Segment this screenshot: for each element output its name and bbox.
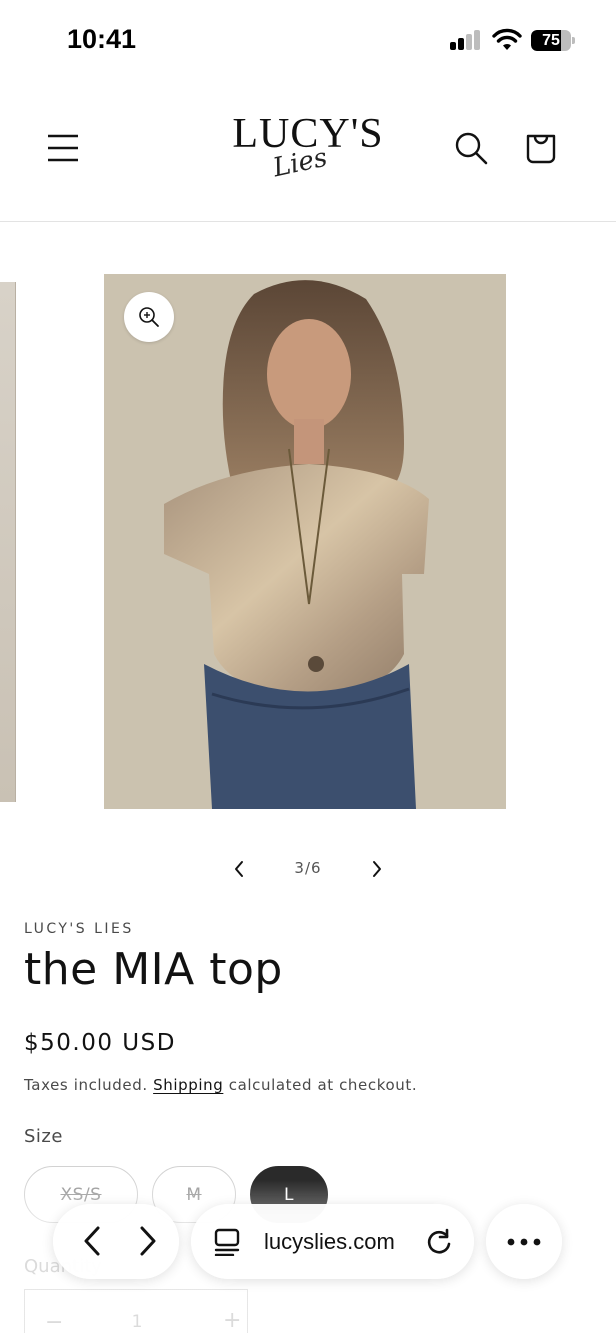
size-label: Size: [24, 1126, 63, 1147]
zoom-in-icon: [139, 307, 159, 327]
product-title: the MIA top: [24, 944, 283, 995]
browser-forward-button[interactable]: [123, 1216, 173, 1266]
shipping-link[interactable]: Shipping: [153, 1076, 223, 1094]
battery-level: 75: [542, 32, 560, 49]
product-image[interactable]: [104, 274, 506, 809]
browser-navigation: [53, 1204, 179, 1279]
product-gallery: [0, 222, 616, 832]
slider-counter: 3/6: [270, 859, 346, 877]
reload-icon: [427, 1228, 451, 1254]
battery-icon: 75: [531, 30, 575, 51]
brand-logo[interactable]: LUCY'S Lies: [218, 110, 398, 190]
quantity-decrease-button[interactable]: −: [45, 1310, 63, 1333]
cart-button[interactable]: [516, 123, 566, 173]
chevron-right-icon: [373, 861, 381, 877]
forward-icon: [140, 1226, 156, 1256]
browser-back-button[interactable]: [67, 1216, 117, 1266]
more-button[interactable]: [486, 1204, 562, 1279]
search-icon: [455, 132, 488, 165]
status-time: 10:41: [67, 24, 137, 54]
zoom-button[interactable]: [124, 292, 174, 342]
search-button[interactable]: [446, 123, 496, 173]
menu-icon: [48, 134, 78, 162]
slider-next-button[interactable]: [360, 852, 394, 886]
cellular-signal-icon: [450, 30, 482, 50]
tax-note-prefix: Taxes included.: [24, 1076, 154, 1094]
status-bar: 10:41 75: [0, 0, 616, 80]
tax-note: Taxes included. Shipping calculated at c…: [24, 1076, 417, 1094]
menu-button[interactable]: [38, 123, 88, 173]
back-icon: [84, 1226, 100, 1256]
browser-toolbar: lucyslies.com: [0, 1196, 616, 1296]
chevron-left-icon: [235, 861, 243, 877]
url-text[interactable]: lucyslies.com: [264, 1229, 395, 1255]
wifi-icon: [492, 28, 522, 50]
tax-note-suffix: calculated at checkout.: [223, 1076, 418, 1094]
slider-current: 3: [294, 859, 305, 877]
previous-product-image[interactable]: [0, 282, 16, 802]
product-photo-illustration: [104, 274, 506, 809]
site-header: LUCY'S Lies: [0, 80, 616, 222]
reload-button[interactable]: [423, 1226, 455, 1258]
product-vendor: LUCY'S LIES: [24, 921, 134, 937]
tabs-icon[interactable]: [213, 1228, 241, 1256]
quantity-increase-button[interactable]: +: [223, 1308, 241, 1333]
gallery-slider-controls: 3/6: [0, 848, 616, 890]
cart-icon: [526, 134, 556, 164]
slider-total: 6: [311, 859, 322, 877]
slider-previous-button[interactable]: [222, 852, 256, 886]
quantity-input[interactable]: 1: [125, 1312, 149, 1332]
address-bar[interactable]: lucyslies.com: [191, 1204, 474, 1279]
more-icon: [507, 1238, 541, 1245]
product-price: $50.00 USD: [24, 1030, 176, 1056]
